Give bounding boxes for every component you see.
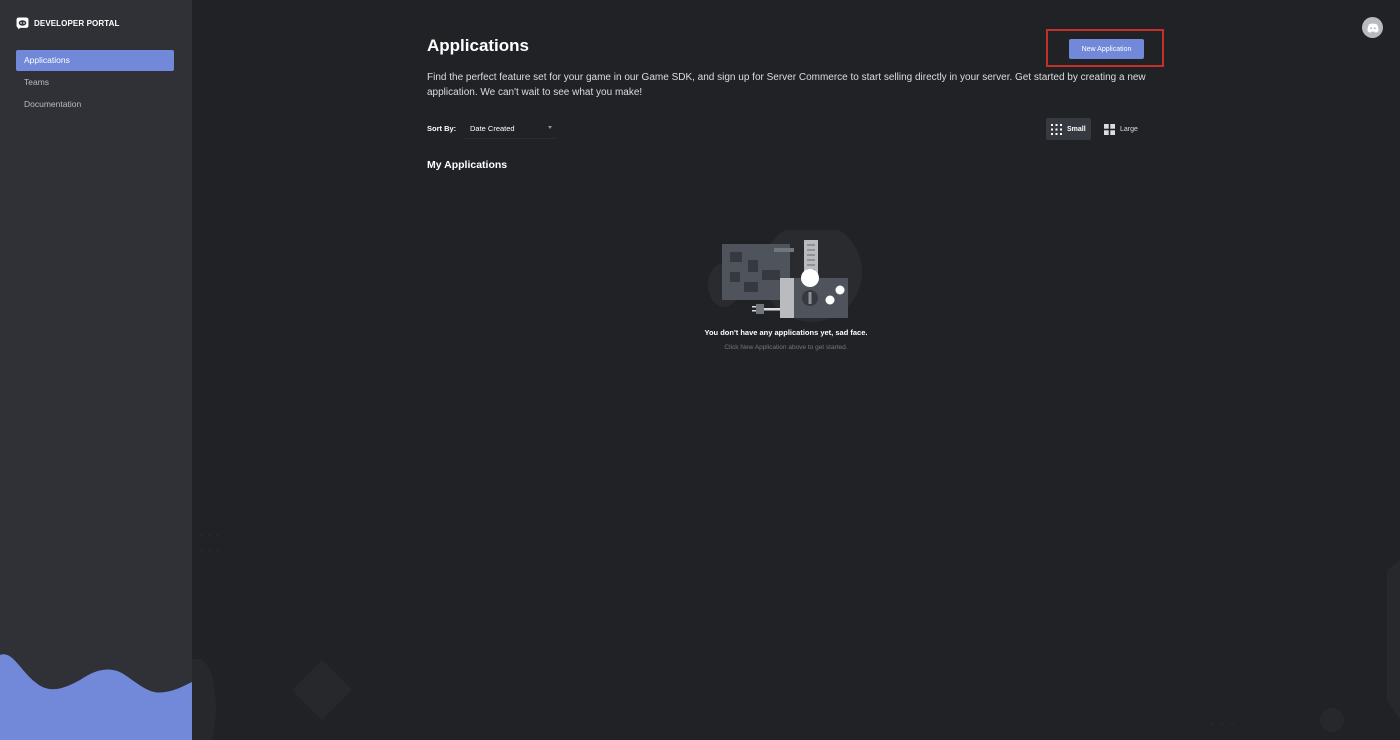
sort-label: Sort By:	[427, 124, 457, 133]
discord-logo-icon	[16, 17, 29, 30]
brand-title: DEVELOPER PORTAL	[34, 19, 120, 28]
view-small-label: Small	[1067, 125, 1086, 133]
large-grid-icon	[1104, 123, 1115, 135]
user-avatar[interactable]	[1362, 17, 1383, 38]
view-large-button[interactable]: Large	[1099, 118, 1144, 140]
developer-portal: DEVELOPER PORTAL Applications Teams Docu…	[0, 0, 1400, 740]
empty-state-title: You don't have any applications yet, sad…	[704, 328, 868, 337]
brand[interactable]: DEVELOPER PORTAL	[16, 17, 119, 30]
discord-avatar-icon	[1367, 23, 1378, 33]
sidebar-item-documentation[interactable]: Documentation	[16, 94, 174, 115]
sidebar-wave-decoration	[0, 654, 192, 740]
view-large-label: Large	[1120, 125, 1138, 133]
empty-state-subtitle: Click New Application above to get start…	[724, 344, 848, 351]
sidebar-item-teams[interactable]: Teams	[16, 72, 174, 93]
sidebar-item-applications[interactable]: Applications	[16, 50, 174, 71]
main-content: Applications New Application Find the pe…	[192, 0, 1400, 740]
my-applications-heading: My Applications	[427, 159, 508, 171]
view-small-button[interactable]: Small	[1046, 118, 1091, 140]
sidebar-nav: Applications Teams Documentation	[16, 50, 174, 116]
empty-state-illustration	[708, 230, 862, 322]
sidebar: DEVELOPER PORTAL Applications Teams Docu…	[0, 0, 192, 740]
chevron-down-icon	[548, 126, 552, 129]
sort-selected-value: Date Created	[470, 124, 515, 133]
background-decoration	[192, 519, 1400, 740]
new-application-button[interactable]: New Application	[1069, 39, 1144, 59]
small-grid-icon	[1051, 123, 1062, 135]
page-title: Applications	[427, 36, 530, 55]
page-description: Find the perfect feature set for your ga…	[427, 72, 1146, 98]
sort-select[interactable]: Date Created	[464, 118, 556, 139]
